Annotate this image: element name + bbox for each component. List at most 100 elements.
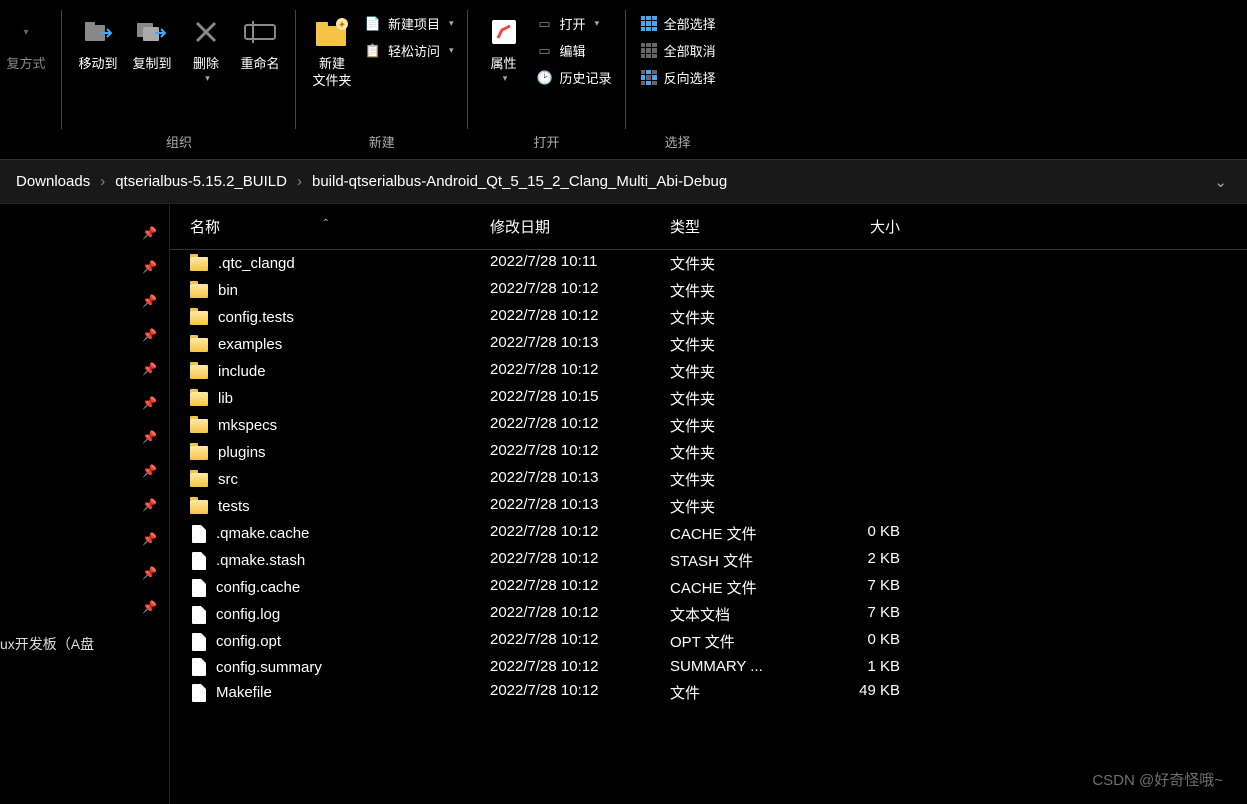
file-size: 2 KB — [820, 550, 920, 571]
file-name: config.cache — [216, 579, 300, 596]
file-size: 7 KB — [820, 577, 920, 598]
sidebar-quick-access-item[interactable]: 📌 — [0, 216, 169, 250]
column-header-date[interactable]: 修改日期 — [490, 216, 670, 237]
file-row[interactable]: tests2022/7/28 10:13文件夹 — [170, 493, 1247, 520]
invert-selection-icon — [640, 69, 658, 87]
file-row[interactable]: .qmake.stash2022/7/28 10:12STASH 文件2 KB — [170, 547, 1247, 574]
file-date: 2022/7/28 10:15 — [490, 388, 670, 409]
ribbon-group-organize: 移动到 复制到 删除▾ 重命名 组织 — [62, 0, 296, 159]
pin-icon: 📌 — [142, 396, 157, 410]
file-size — [820, 280, 920, 301]
file-type: 文件夹 — [670, 280, 820, 301]
sidebar-quick-access-item[interactable]: 📌 — [0, 420, 169, 454]
file-date: 2022/7/28 10:12 — [490, 280, 670, 301]
sidebar-devboard-item[interactable]: ux开发板（A盘 — [0, 624, 169, 664]
delete-button[interactable]: 删除▾ — [180, 8, 232, 88]
file-name: bin — [218, 282, 238, 299]
clipboard-mode-button[interactable]: ▾ 复方式 — [0, 8, 52, 77]
file-name: .qmake.stash — [216, 552, 305, 569]
sidebar-quick-access-item[interactable]: 📌 — [0, 522, 169, 556]
properties-button[interactable]: 属性▾ — [478, 8, 530, 88]
folder-icon — [190, 257, 208, 271]
new-item-menu[interactable]: 📄 新建项目 ▾ — [360, 12, 458, 35]
file-date: 2022/7/28 10:12 — [490, 631, 670, 652]
file-size: 7 KB — [820, 604, 920, 625]
file-row[interactable]: Makefile2022/7/28 10:12文件49 KB — [170, 679, 1247, 706]
breadcrumb[interactable]: Downloads › qtserialbus-5.15.2_BUILD › b… — [0, 160, 1247, 204]
select-none-button[interactable]: 全部取消 — [636, 39, 720, 62]
sidebar-quick-access-item[interactable]: 📌 — [0, 454, 169, 488]
file-name: lib — [218, 390, 233, 407]
file-type: 文件夹 — [670, 442, 820, 463]
file-row[interactable]: examples2022/7/28 10:13文件夹 — [170, 331, 1247, 358]
file-type: STASH 文件 — [670, 550, 820, 571]
chevron-down-icon: ▾ — [449, 18, 454, 29]
file-row[interactable]: config.opt2022/7/28 10:12OPT 文件0 KB — [170, 628, 1247, 655]
move-to-button[interactable]: 移动到 — [72, 8, 124, 77]
history-button[interactable]: 🕑 历史记录 — [532, 66, 616, 89]
file-row[interactable]: config.log2022/7/28 10:12文本文档7 KB — [170, 601, 1247, 628]
sidebar-quick-access-item[interactable]: 📌 — [0, 250, 169, 284]
breadcrumb-segment[interactable]: qtserialbus-5.15.2_BUILD — [111, 173, 291, 190]
file-type: 文件夹 — [670, 334, 820, 355]
rename-button[interactable]: 重命名 — [234, 8, 286, 77]
column-header-size[interactable]: 大小 — [820, 216, 920, 237]
sidebar-quick-access-item[interactable]: 📌 — [0, 284, 169, 318]
file-type: 文件 — [670, 682, 820, 703]
sidebar-quick-access-item[interactable]: 📌 — [0, 488, 169, 522]
sidebar-quick-access-item[interactable]: 📌 — [0, 386, 169, 420]
chevron-down-icon: ▾ — [23, 27, 28, 38]
easy-access-menu[interactable]: 📋 轻松访问 ▾ — [360, 39, 458, 62]
folder-icon — [190, 419, 208, 433]
file-row[interactable]: plugins2022/7/28 10:12文件夹 — [170, 439, 1247, 466]
file-row[interactable]: config.summary2022/7/28 10:12SUMMARY ...… — [170, 655, 1247, 679]
sidebar: 📌 📌 📌 📌 📌 📌 📌 📌 📌 📌 📌 📌 ux开发板（A盘 — [0, 204, 170, 804]
copy-to-button[interactable]: 复制到 — [126, 8, 178, 77]
file-row[interactable]: config.cache2022/7/28 10:12CACHE 文件7 KB — [170, 574, 1247, 601]
file-row[interactable]: lib2022/7/28 10:15文件夹 — [170, 385, 1247, 412]
file-size — [820, 253, 920, 274]
file-name: config.log — [216, 606, 280, 623]
sidebar-quick-access-item[interactable]: 📌 — [0, 590, 169, 624]
column-header-name[interactable]: 名称 ⌃ — [170, 216, 490, 237]
file-row[interactable]: src2022/7/28 10:13文件夹 — [170, 466, 1247, 493]
file-row[interactable]: .qmake.cache2022/7/28 10:12CACHE 文件0 KB — [170, 520, 1247, 547]
folder-icon — [190, 500, 208, 514]
file-row[interactable]: include2022/7/28 10:12文件夹 — [170, 358, 1247, 385]
sidebar-quick-access-item[interactable]: 📌 — [0, 318, 169, 352]
sidebar-quick-access-item[interactable]: 📌 — [0, 556, 169, 590]
breadcrumb-dropdown[interactable]: ⌄ — [1206, 173, 1235, 191]
chevron-right-icon: › — [291, 173, 308, 190]
folder-icon — [190, 473, 208, 487]
file-row[interactable]: config.tests2022/7/28 10:12文件夹 — [170, 304, 1247, 331]
file-row[interactable]: .qtc_clangd2022/7/28 10:11文件夹 — [170, 250, 1247, 277]
invert-selection-button[interactable]: 反向选择 — [636, 66, 720, 89]
rename-icon — [240, 12, 280, 52]
column-header-type[interactable]: 类型 — [670, 216, 820, 237]
pin-icon: 📌 — [142, 226, 157, 240]
clipboard-mode-label: 复方式 — [6, 56, 45, 73]
delete-icon — [186, 12, 226, 52]
sidebar-quick-access-item[interactable]: 📌 — [0, 352, 169, 386]
file-row[interactable]: mkspecs2022/7/28 10:12文件夹 — [170, 412, 1247, 439]
folder-icon — [190, 446, 208, 460]
file-icon — [192, 606, 206, 624]
breadcrumb-segment[interactable]: Downloads — [12, 173, 94, 190]
file-type: 文件夹 — [670, 361, 820, 382]
open-menu[interactable]: ▭ 打开 ▾ — [532, 12, 616, 35]
new-folder-button[interactable]: ✦ 新建 文件夹 — [306, 8, 358, 94]
file-name: examples — [218, 336, 282, 353]
breadcrumb-segment[interactable]: build-qtserialbus-Android_Qt_5_15_2_Clan… — [308, 173, 731, 190]
edit-button[interactable]: ▭ 编辑 — [532, 39, 616, 62]
select-all-button[interactable]: 全部选择 — [636, 12, 720, 35]
file-type: 文本文档 — [670, 604, 820, 625]
file-size — [820, 469, 920, 490]
folder-icon — [190, 311, 208, 325]
pin-icon: 📌 — [142, 430, 157, 444]
file-type: 文件夹 — [670, 307, 820, 328]
pin-icon: 📌 — [142, 498, 157, 512]
group-label-organize: 组织 — [72, 126, 286, 159]
pin-icon: 📌 — [142, 328, 157, 342]
file-row[interactable]: bin 2022/7/28 10:12文件夹 — [170, 277, 1247, 304]
chevron-down-icon: ▾ — [449, 45, 454, 56]
